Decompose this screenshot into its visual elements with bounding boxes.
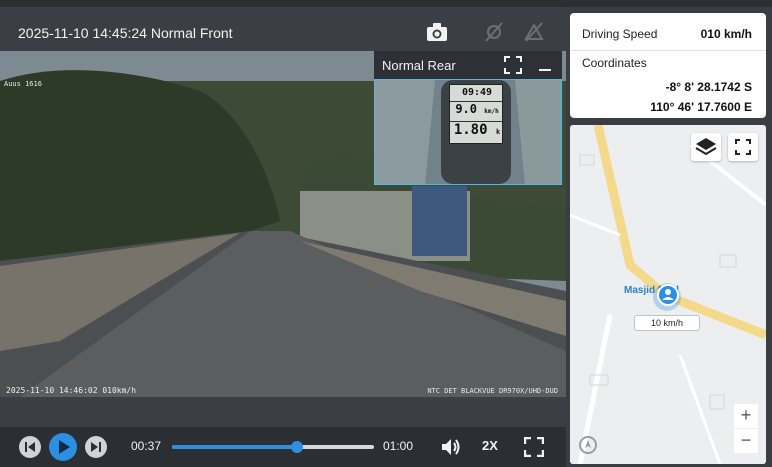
driving-speed-value: 010 km/h <box>700 27 752 41</box>
rear-camera-title: Normal Rear <box>382 58 456 73</box>
latitude-value: -8° 8' 28.1742 S <box>665 80 752 94</box>
front-osd-device: NTC DET BLACKVUE DR970X/UHD-DUD <box>427 387 558 395</box>
player-header: 2025-11-10 14:45:24 Normal Front <box>0 7 566 51</box>
map-view[interactable]: Masjid Bilal 10 km/h + − <box>570 125 766 464</box>
clip-title: 2025-11-10 14:45:24 Normal Front <box>18 25 233 41</box>
coordinates-label: Coordinates <box>582 56 647 70</box>
gps-speed: 9.0 <box>455 102 477 116</box>
gps-off-icon[interactable] <box>482 21 506 43</box>
seek-progress <box>172 445 298 449</box>
driving-speed-label: Driving Speed <box>582 27 658 41</box>
telemetry-card: Driving Speed 010 km/h Coordinates -8° 8… <box>570 13 766 118</box>
rear-video[interactable]: 09:49 9.0 km/h 1.80 k <box>374 79 562 185</box>
marker-speed-label: 10 km/h <box>634 315 700 331</box>
map-fullscreen-icon <box>735 139 751 155</box>
zoom-in-button[interactable]: + <box>734 404 758 428</box>
top-strip <box>0 0 772 7</box>
seek-bar[interactable] <box>172 441 374 453</box>
gps-distance-unit: k <box>495 128 501 136</box>
minimize-icon[interactable] <box>538 58 552 77</box>
next-frame-icon[interactable] <box>84 435 108 464</box>
info-divider <box>570 50 766 51</box>
layers-button[interactable] <box>691 133 721 161</box>
camera-icon[interactable] <box>425 21 449 43</box>
gps-distance: 1.80 <box>453 122 488 138</box>
longitude-value: 110° 46' 17.7600 E <box>650 100 752 114</box>
compass-icon[interactable] <box>578 435 598 460</box>
map-fullscreen-button[interactable] <box>728 133 758 161</box>
tune-icon[interactable] <box>522 21 546 43</box>
current-time: 00:37 <box>131 439 162 453</box>
seek-handle[interactable] <box>291 441 304 453</box>
fullscreen-icon[interactable] <box>523 436 545 462</box>
vehicle-marker-icon[interactable] <box>656 283 680 312</box>
front-osd-timestamp: 2025-11-10 14:46:02 010km/h <box>6 386 137 395</box>
prev-frame-icon[interactable] <box>18 435 42 464</box>
gps-time: 09:49 <box>461 87 493 98</box>
front-osd-top: Auus 1616 <box>4 80 42 88</box>
gps-device: 09:49 9.0 km/h 1.80 k <box>441 80 511 184</box>
rear-camera-panel[interactable]: Normal Rear 09:49 9.0 km/h 1.80 k <box>374 51 562 185</box>
play-icon[interactable] <box>48 432 78 467</box>
gps-screen: 09:49 9.0 km/h 1.80 k <box>449 84 504 144</box>
zoom-out-button[interactable]: − <box>734 429 758 453</box>
rear-panel-bar: Normal Rear <box>374 51 562 79</box>
layers-icon <box>695 138 717 156</box>
expand-icon[interactable] <box>504 56 522 79</box>
volume-icon[interactable] <box>440 437 462 462</box>
gps-speed-unit: km/h <box>484 108 499 115</box>
total-time: 01:00 <box>383 439 414 453</box>
playback-controls: 00:37 01:00 2X <box>0 427 566 467</box>
playback-speed-button[interactable]: 2X <box>482 438 498 453</box>
